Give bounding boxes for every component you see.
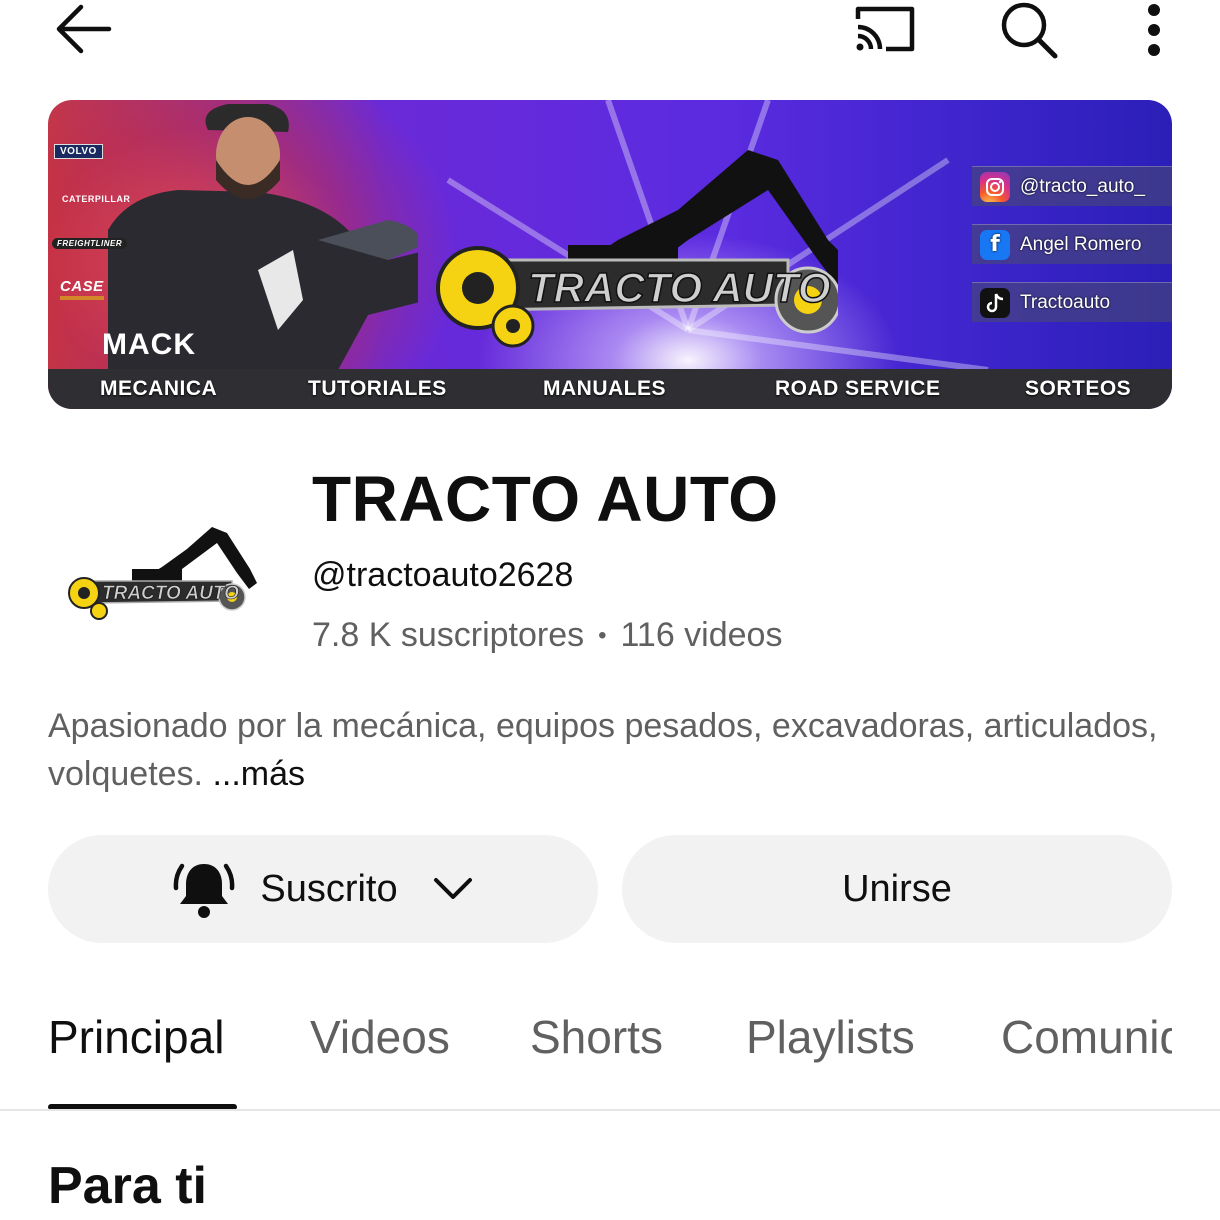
banner-nav-road-service: ROAD SERVICE <box>775 377 941 400</box>
banner-nav-sorteos: SORTEOS <box>1025 377 1132 400</box>
bell-icon <box>173 863 235 918</box>
channel-banner: VOLVO CATERPILLAR FREIGHTLINER CASE MACK… <box>48 100 1172 409</box>
tab-playlists[interactable]: Playlists <box>746 1010 915 1064</box>
subscriber-count: 7.8 K suscriptores <box>312 616 585 654</box>
tabs-divider <box>0 1109 1220 1111</box>
banner-logo-text: TRACTO AUTO <box>528 264 831 311</box>
banner-nav-tutoriales: TUTORIALES <box>308 377 447 400</box>
top-app-bar <box>0 0 1220 60</box>
avatar-logo: TRACTO AUTO <box>68 527 257 620</box>
social-label: Angel Romero <box>1020 233 1142 255</box>
more-options-button[interactable] <box>1132 0 1176 60</box>
social-tiktok: Tractoauto <box>972 282 1172 322</box>
video-count: 116 videos <box>620 616 783 654</box>
tab-principal[interactable]: Principal <box>48 1010 224 1064</box>
channel-handle: @tractoauto2628 <box>312 556 574 594</box>
section-title-para-ti: Para ti <box>48 1157 207 1215</box>
stats-separator: • <box>598 621 607 649</box>
channel-tabs: Principal Videos Shorts Playlists Comuni… <box>48 1010 1172 1070</box>
channel-title: TRACTO AUTO <box>312 463 779 535</box>
social-label: @tracto_auto_ <box>1020 175 1145 197</box>
channel-description[interactable]: Apasionado por la mecánica, equipos pesa… <box>48 702 1178 798</box>
brand-freightliner: FREIGHTLINER <box>52 238 128 249</box>
join-label: Unirse <box>842 867 952 910</box>
banner-nav-strip: MECANICA TUTORIALES MANUALES ROAD SERVIC… <box>48 369 1172 409</box>
search-button[interactable] <box>996 0 1062 60</box>
cast-button[interactable] <box>848 0 920 58</box>
banner-social-links: @tracto_auto_ f Angel Romero Tractoauto <box>972 166 1172 340</box>
channel-stats: 7.8 K suscriptores • 116 videos <box>312 616 782 655</box>
subscribed-label: Suscrito <box>260 867 398 910</box>
tracto-auto-logo: TRACTO AUTO <box>436 150 838 348</box>
more-vertical-icon <box>1148 4 1160 56</box>
arrow-left-icon <box>56 4 112 54</box>
description-more-link[interactable]: ...más <box>212 755 305 793</box>
brand-volvo: VOLVO <box>54 144 103 159</box>
brand-case: CASE <box>60 278 104 300</box>
banner-nav-mecanica: MECANICA <box>100 377 218 400</box>
social-label: Tractoauto <box>1020 291 1111 313</box>
tab-shorts[interactable]: Shorts <box>530 1010 663 1064</box>
cast-icon <box>855 6 915 52</box>
facebook-icon: f <box>980 229 1010 260</box>
chevron-down-icon <box>433 878 472 899</box>
social-instagram: @tracto_auto_ <box>972 166 1172 206</box>
subscribed-button[interactable]: Suscrito <box>48 835 598 943</box>
join-button[interactable]: Unirse <box>622 835 1172 943</box>
tab-videos[interactable]: Videos <box>310 1010 450 1064</box>
brand-caterpillar: CATERPILLAR <box>62 194 131 204</box>
back-button[interactable] <box>50 0 116 58</box>
brand-mack: MACK <box>102 328 196 361</box>
tab-comunidad[interactable]: Comunidad <box>1001 1010 1172 1064</box>
social-facebook: f Angel Romero <box>972 224 1172 264</box>
avatar-logo-text: TRACTO AUTO <box>102 583 239 604</box>
banner-nav-manuales: MANUALES <box>543 377 666 400</box>
tiktok-icon <box>980 287 1010 318</box>
channel-avatar[interactable]: TRACTO AUTO <box>48 465 266 683</box>
instagram-icon <box>980 171 1010 202</box>
search-icon <box>1001 2 1058 59</box>
